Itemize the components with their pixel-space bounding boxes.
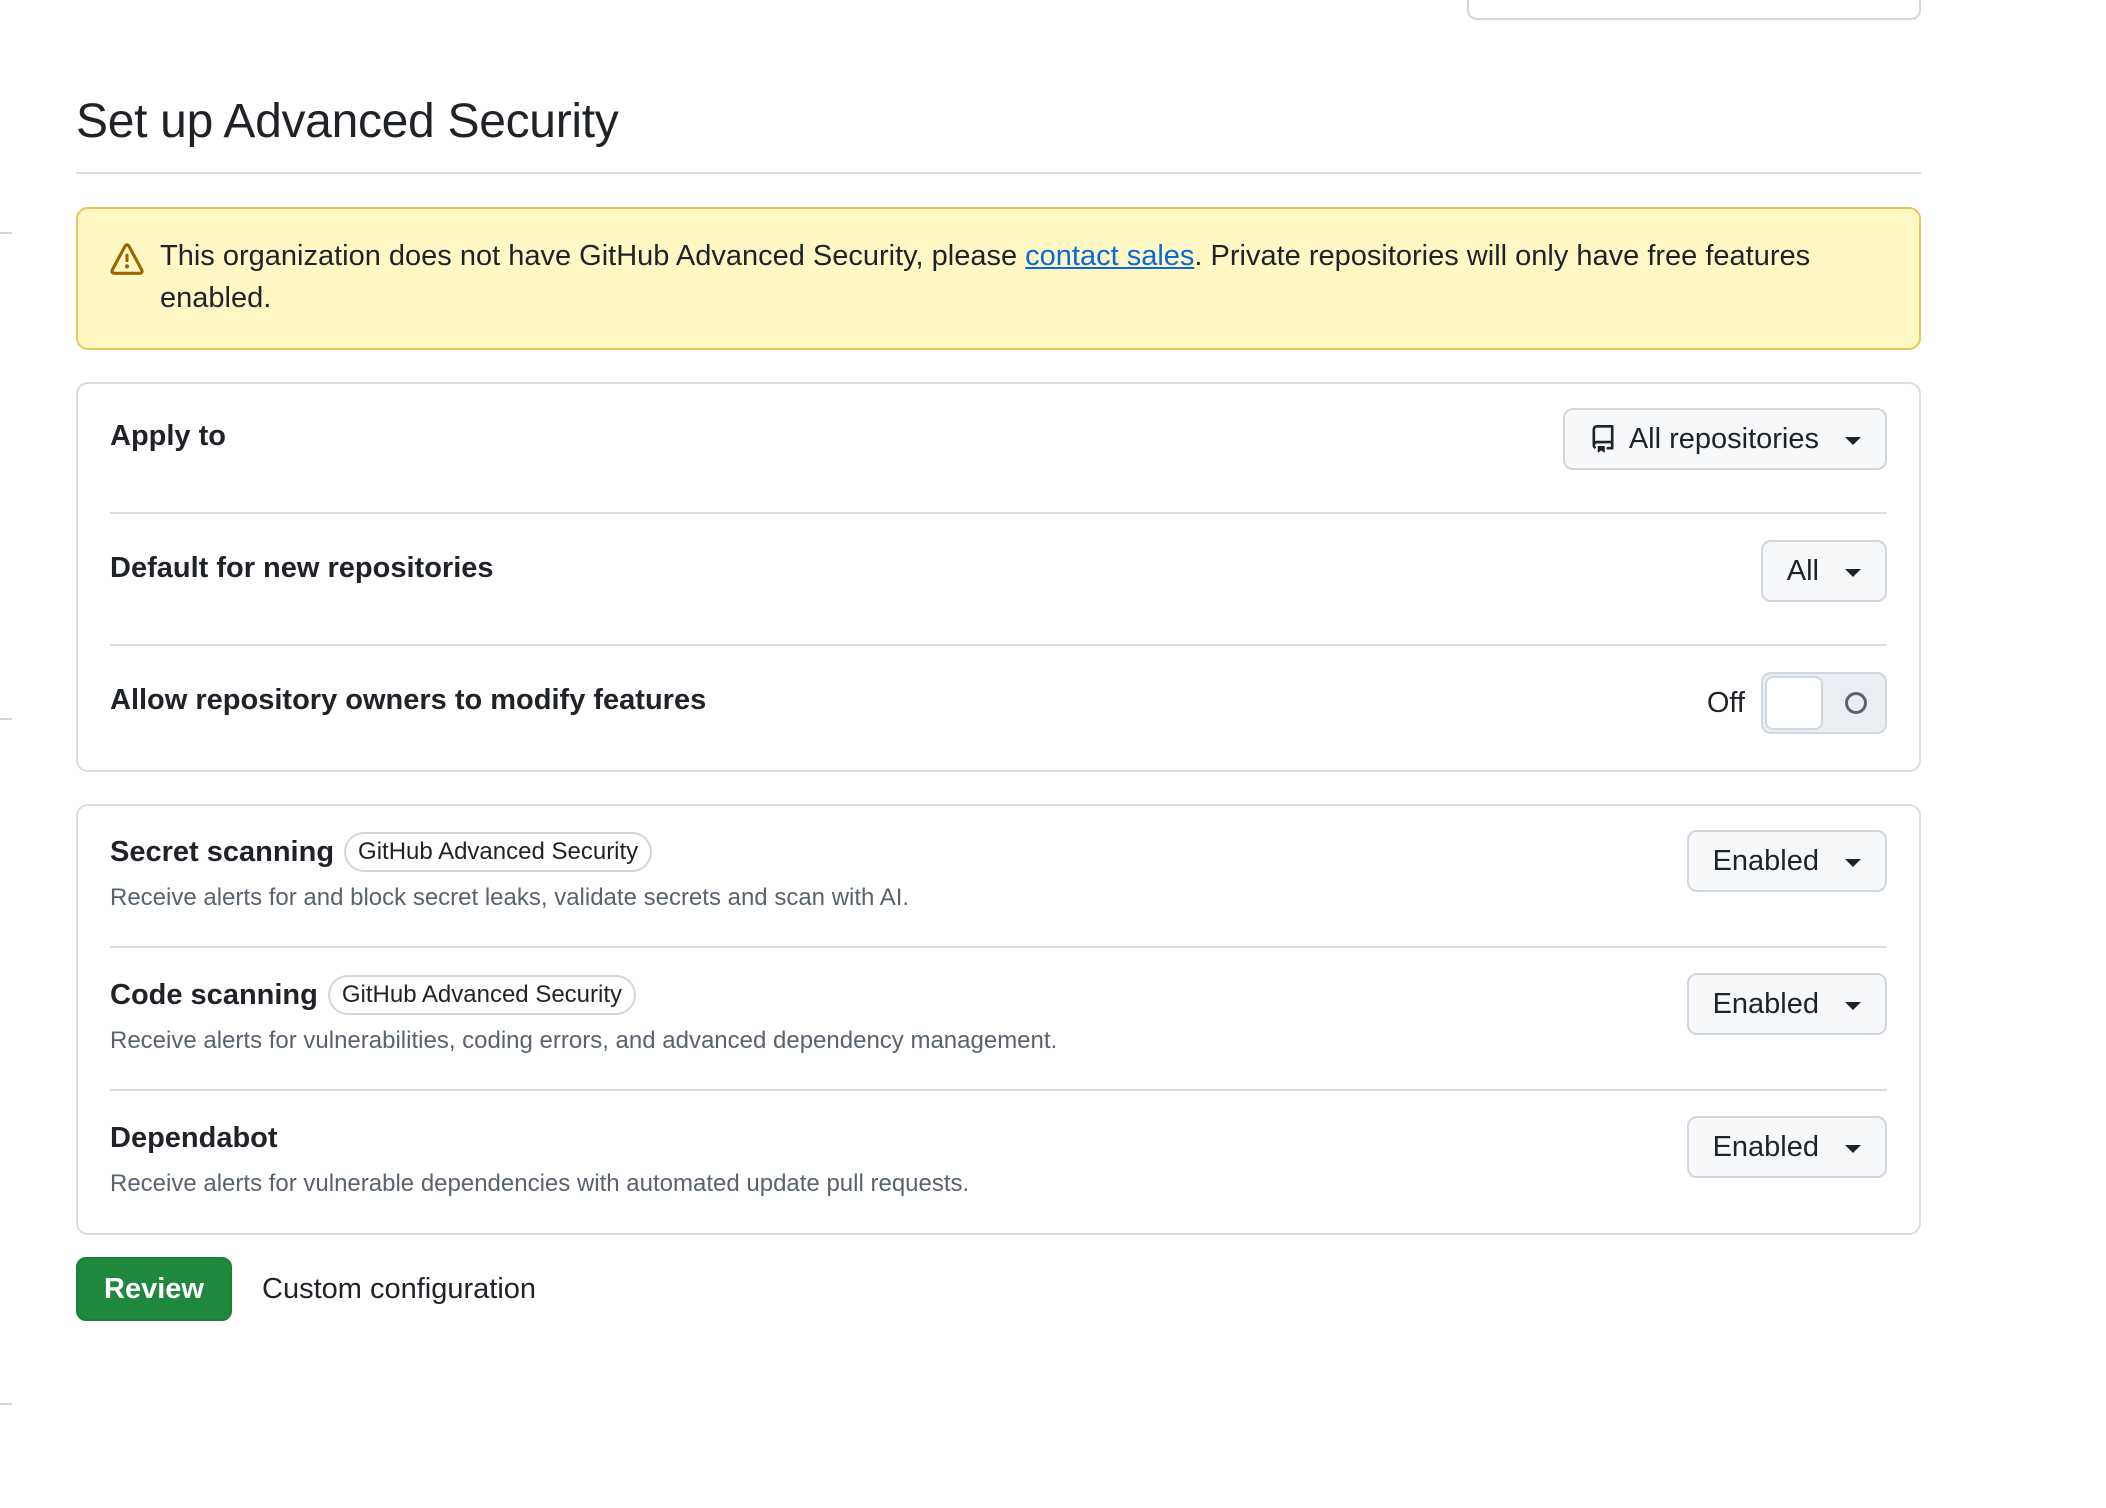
status-value: Enabled [1712,987,1819,1020]
feature-row-dependabot: Dependabot Receive alerts for vulnerable… [110,1116,1887,1204]
chevron-down-icon [1845,569,1861,577]
feature-description: Receive alerts for and block secret leak… [110,884,910,911]
row-divider [110,512,1887,514]
status-value: Enabled [1712,1130,1819,1163]
ghas-badge: GitHub Advanced Security [327,975,637,1015]
status-value: Enabled [1712,844,1819,877]
allow-modify-control: Off [1707,672,1887,734]
feature-title: Secret scanning GitHub Advanced Security [110,832,653,872]
apply-to-value: All repositories [1628,422,1819,455]
allow-modify-row: Allow repository owners to modify featur… [110,672,1887,734]
feature-name: Secret scanning [110,835,335,868]
contact-sales-link[interactable]: contact sales [1025,240,1194,272]
row-divider [110,1089,1887,1091]
feature-description: Receive alerts for vulnerable dependenci… [110,1170,970,1197]
left-edge-divider [0,718,12,720]
secret-scanning-status-dropdown[interactable]: Enabled [1686,830,1887,892]
toggle-state-label: Off [1706,686,1745,719]
feature-title: Dependabot [110,1118,278,1158]
page: Set up Advanced Security This organizati… [0,0,2106,1508]
default-new-row: Default for new repositories All [110,540,1887,602]
title-divider [76,172,1921,174]
apply-to-label: Apply to [110,420,226,452]
toggle-knob [1765,676,1823,730]
default-new-label: Default for new repositories [110,552,494,584]
apply-to-dropdown[interactable]: All repositories [1562,408,1887,470]
chevron-down-icon [1845,859,1861,867]
chevron-down-icon [1845,437,1861,445]
allow-modify-toggle[interactable] [1761,672,1887,734]
feature-title: Code scanning GitHub Advanced Security [110,975,637,1015]
features-panel: Secret scanning GitHub Advanced Security… [76,804,1921,1235]
circle-off-icon [1845,692,1867,714]
left-edge-divider [0,232,12,234]
default-new-dropdown[interactable]: All [1760,540,1887,602]
custom-configuration-button[interactable]: Custom configuration [262,1257,536,1321]
feature-name: Dependabot [110,1121,278,1154]
warning-text-start: This organization does not have GitHub A… [160,240,1026,272]
page-title: Set up Advanced Security [76,95,619,148]
search-input[interactable] [1467,0,1921,20]
row-divider [110,946,1887,948]
allow-modify-label: Allow repository owners to modify featur… [110,684,707,716]
row-divider [110,644,1887,646]
feature-name: Code scanning [110,978,318,1011]
apply-to-row: Apply to All repositories [110,408,1887,470]
code-scanning-status-dropdown[interactable]: Enabled [1686,973,1887,1035]
review-button[interactable]: Review [76,1257,232,1321]
chevron-down-icon [1845,1145,1861,1153]
default-new-value: All [1786,554,1819,587]
feature-row-secret-scanning: Secret scanning GitHub Advanced Security… [110,830,1887,918]
ghas-badge: GitHub Advanced Security [344,832,653,872]
settings-panel: Apply to All repositories Default for ne… [76,382,1921,772]
left-edge-divider [0,1403,12,1405]
chevron-down-icon [1845,1002,1861,1010]
repo-icon [1592,425,1614,453]
warning-banner: This organization does not have GitHub A… [76,207,1921,350]
alert-icon [110,243,144,275]
dependabot-status-dropdown[interactable]: Enabled [1686,1116,1887,1178]
warning-message: This organization does not have GitHub A… [160,235,1880,319]
feature-description: Receive alerts for vulnerabilities, codi… [110,1027,1058,1054]
feature-row-code-scanning: Code scanning GitHub Advanced Security R… [110,973,1887,1061]
